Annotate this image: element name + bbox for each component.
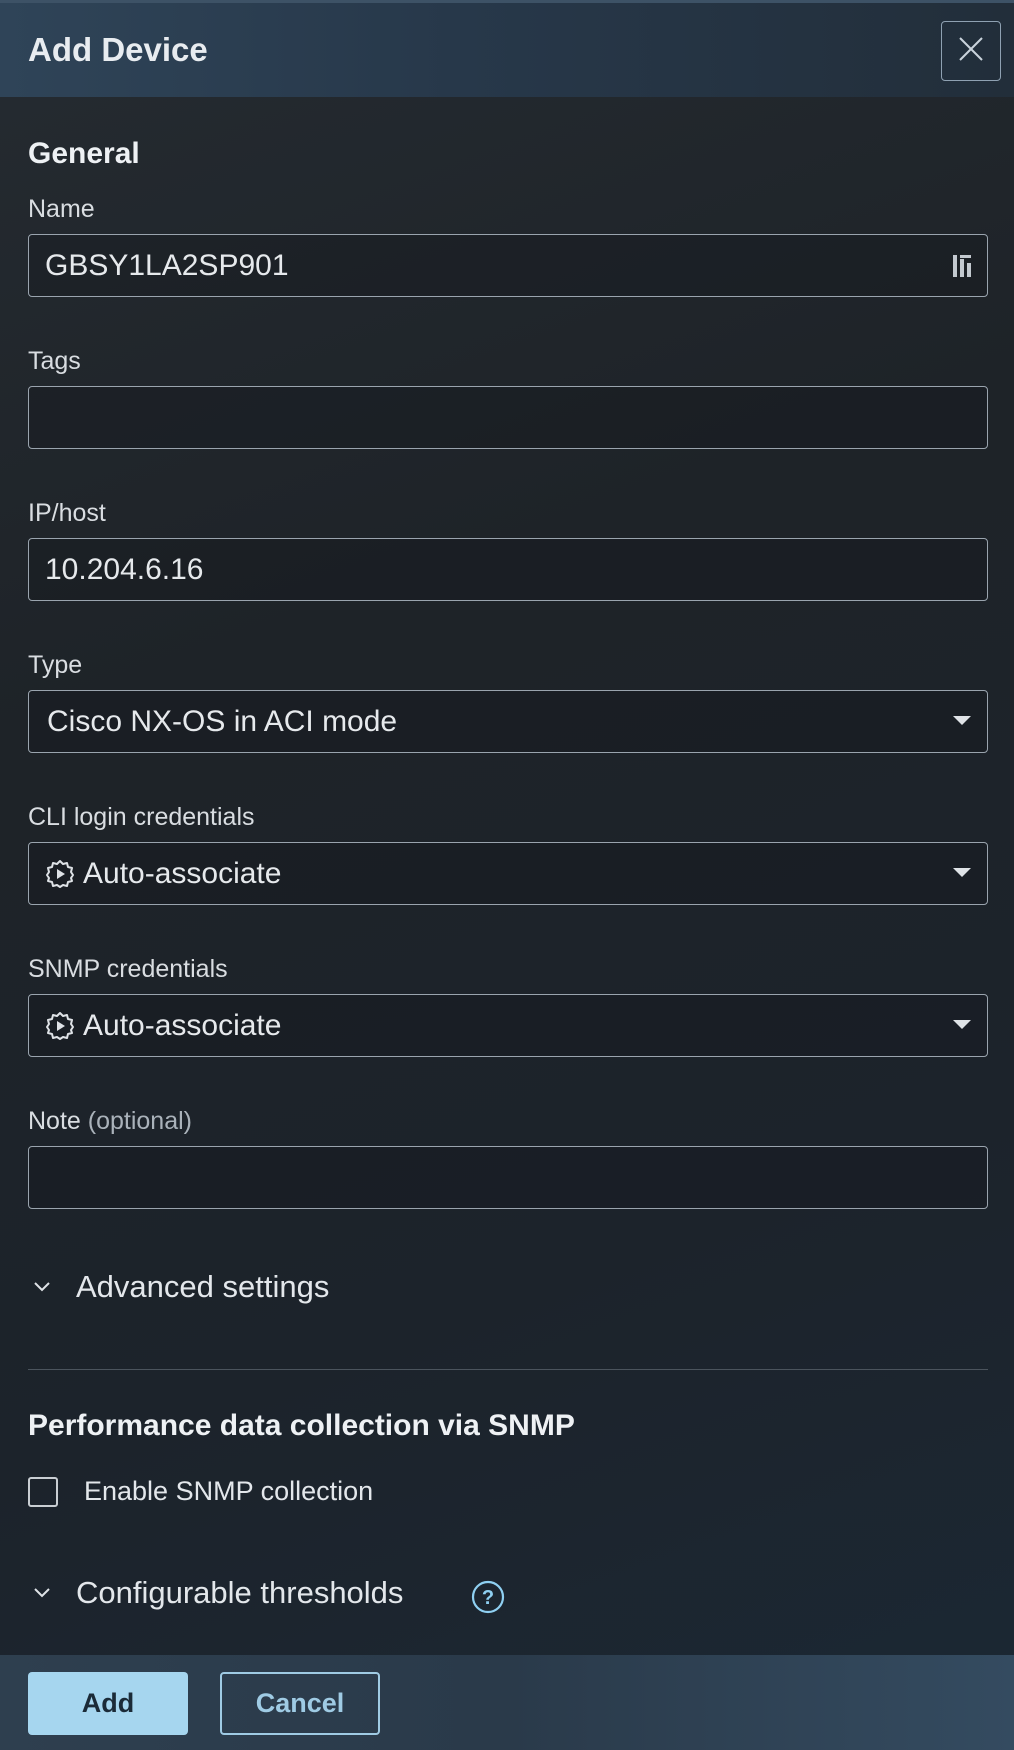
note-label-optional: (optional): [87, 1107, 192, 1135]
type-select[interactable]: Cisco NX-OS in ACI mode: [28, 690, 988, 753]
advanced-settings-toggle[interactable]: Advanced settings: [28, 1269, 329, 1305]
dialog-footer: Add Cancel: [0, 1655, 1014, 1750]
snmp-credentials-label: SNMP credentials: [28, 955, 228, 983]
svg-text:?: ?: [482, 1587, 494, 1609]
general-section-title: General: [28, 137, 140, 170]
name-label: Name: [28, 195, 95, 223]
enable-snmp-collection-label: Enable SNMP collection: [84, 1476, 374, 1506]
cli-credentials-select[interactable]: Auto-associate: [28, 842, 988, 905]
note-input[interactable]: [29, 1147, 987, 1208]
cli-credentials-selected-value: Auto-associate: [83, 856, 282, 890]
chevron-down-icon: [953, 1020, 971, 1029]
close-icon: [958, 36, 984, 67]
note-label: Note (optional): [28, 1107, 192, 1136]
tags-input[interactable]: [29, 387, 987, 448]
note-label-text: Note: [28, 1107, 81, 1135]
tags-label: Tags: [28, 347, 81, 375]
ip-host-field[interactable]: [28, 538, 988, 601]
enable-snmp-collection-checkbox-row[interactable]: Enable SNMP collection: [28, 1476, 373, 1507]
configurable-thresholds-toggle[interactable]: Configurable thresholds: [28, 1575, 403, 1611]
add-device-dialog: Add Device General Name Tags I: [0, 0, 1014, 1750]
name-field[interactable]: [28, 234, 988, 297]
auto-gear-icon: [45, 1011, 75, 1041]
dialog-header: Add Device: [0, 0, 1014, 97]
chevron-down-icon: [28, 1281, 56, 1293]
chevron-down-icon: [28, 1587, 56, 1599]
ip-host-input[interactable]: [29, 539, 987, 600]
tags-field[interactable]: [28, 386, 988, 449]
password-manager-icon[interactable]: [949, 251, 977, 286]
auto-gear-icon: [45, 859, 75, 889]
configurable-thresholds-label: Configurable thresholds: [76, 1575, 404, 1610]
snmp-credentials-selected-value: Auto-associate: [83, 1008, 282, 1042]
chevron-down-icon: [953, 868, 971, 877]
ip-host-label: IP/host: [28, 499, 106, 527]
note-field[interactable]: [28, 1146, 988, 1209]
snmp-credentials-select[interactable]: Auto-associate: [28, 994, 988, 1057]
help-icon[interactable]: ?: [471, 1580, 505, 1619]
performance-section-title: Performance data collection via SNMP: [28, 1409, 575, 1442]
type-label: Type: [28, 651, 83, 679]
name-input[interactable]: [29, 235, 987, 296]
section-divider: [28, 1369, 988, 1370]
close-button[interactable]: [941, 21, 1001, 81]
chevron-down-icon: [953, 716, 971, 725]
type-selected-value: Cisco NX-OS in ACI mode: [47, 704, 398, 738]
advanced-settings-label: Advanced settings: [76, 1269, 330, 1304]
dialog-title: Add Device: [28, 31, 208, 68]
cancel-button[interactable]: Cancel: [220, 1672, 380, 1735]
cli-credentials-label: CLI login credentials: [28, 803, 255, 831]
enable-snmp-collection-checkbox[interactable]: [28, 1476, 58, 1507]
add-button[interactable]: Add: [28, 1672, 188, 1735]
